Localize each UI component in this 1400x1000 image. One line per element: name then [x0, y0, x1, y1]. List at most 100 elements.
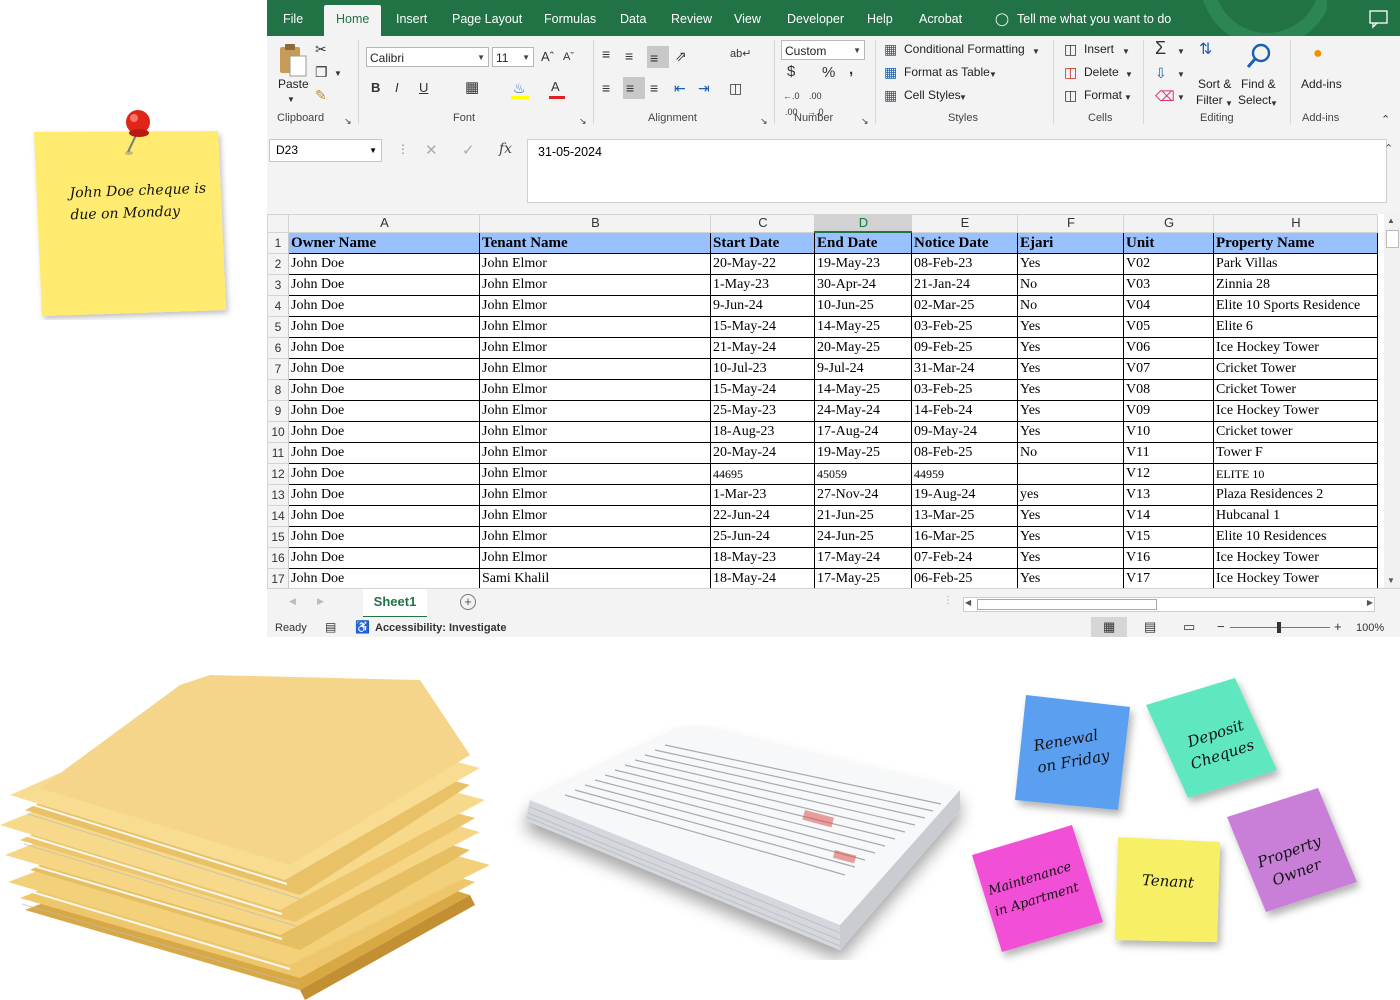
table-cell[interactable]: 18-May-23: [710, 547, 815, 569]
horizontal-scrollbar[interactable]: ◀ ▶: [963, 597, 1375, 612]
table-cell[interactable]: 19-May-25: [814, 442, 912, 464]
scroll-left-icon[interactable]: ◀: [965, 598, 971, 607]
format-as-table-icon[interactable]: ▦: [884, 64, 897, 80]
align-bottom-icon[interactable]: ≡: [650, 50, 658, 66]
tab-file[interactable]: File: [275, 0, 311, 36]
page-layout-view-icon[interactable]: ▤: [1144, 619, 1156, 635]
table-cell[interactable]: Yes: [1017, 526, 1124, 548]
table-cell[interactable]: Elite 10 Sports Residence: [1213, 295, 1378, 317]
accessibility-status[interactable]: Accessibility: Investigate: [375, 622, 506, 634]
filter-label[interactable]: Filter: [1196, 93, 1223, 107]
chevron-down-icon[interactable]: ▼: [853, 41, 861, 61]
table-cell[interactable]: John Elmor: [479, 379, 711, 401]
prev-sheet-icon[interactable]: ◀: [289, 596, 296, 607]
table-cell[interactable]: 9-Jun-24: [710, 295, 815, 317]
table-cell[interactable]: Yes: [1017, 253, 1124, 275]
table-cell[interactable]: Yes: [1017, 568, 1124, 588]
cut-icon[interactable]: ✂: [315, 41, 327, 57]
insert-cells-button[interactable]: Insert: [1084, 42, 1114, 56]
table-cell[interactable]: V06: [1123, 337, 1214, 359]
table-cell[interactable]: V04: [1123, 295, 1214, 317]
table-cell[interactable]: 18-Aug-23: [710, 421, 815, 443]
chevron-down-icon[interactable]: ▼: [989, 67, 997, 83]
table-cell[interactable]: John Elmor: [479, 253, 711, 275]
table-cell[interactable]: 15-May-24: [710, 379, 815, 401]
table-cell[interactable]: John Elmor: [479, 526, 711, 548]
table-cell[interactable]: Ice Hockey Tower: [1213, 400, 1378, 422]
table-cell[interactable]: Park Villas: [1213, 253, 1378, 275]
fill-color-icon[interactable]: ♨: [513, 80, 526, 96]
table-cell[interactable]: Hubcanal 1: [1213, 505, 1378, 527]
column-header-a[interactable]: A: [288, 214, 480, 233]
table-cell[interactable]: 17-Aug-24: [814, 421, 912, 443]
table-cell[interactable]: 44695: [710, 463, 815, 485]
table-cell[interactable]: Ice Hockey Tower: [1213, 547, 1378, 569]
tab-review[interactable]: Review: [663, 0, 720, 36]
row-number[interactable]: 7: [267, 358, 289, 380]
dialog-launcher-icon[interactable]: ↘: [579, 113, 587, 129]
table-cell[interactable]: 25-May-23: [710, 400, 815, 422]
merge-center-icon[interactable]: ◫: [729, 80, 742, 96]
table-cell[interactable]: 07-Feb-24: [911, 547, 1018, 569]
table-cell[interactable]: Yes: [1017, 421, 1124, 443]
chevron-down-icon[interactable]: ▼: [1125, 67, 1133, 83]
table-cell[interactable]: 08-Feb-23: [911, 253, 1018, 275]
macro-record-icon[interactable]: ▤: [325, 620, 336, 634]
table-cell[interactable]: V16: [1123, 547, 1214, 569]
table-cell[interactable]: yes: [1017, 484, 1124, 506]
format-painter-icon[interactable]: ✎: [315, 87, 327, 103]
scroll-up-icon[interactable]: ▲: [1387, 216, 1395, 225]
header-cell[interactable]: Tenant Name: [479, 231, 711, 254]
increase-indent-icon[interactable]: ⇥: [698, 80, 710, 96]
table-cell[interactable]: John Elmor: [479, 358, 711, 380]
tab-data[interactable]: Data: [612, 0, 654, 36]
table-cell[interactable]: 13-Mar-25: [911, 505, 1018, 527]
cell-styles-icon[interactable]: ▦: [884, 87, 897, 103]
header-cell[interactable]: Notice Date: [911, 231, 1018, 254]
spreadsheet-grid[interactable]: A B C D E F G H 1 Owner Name Tenant Name Start Date…: [267, 214, 1400, 588]
conditional-formatting-button[interactable]: Conditional Formatting: [904, 42, 1025, 56]
normal-view-icon[interactable]: ▦: [1103, 619, 1115, 635]
table-cell[interactable]: 06-Feb-25: [911, 568, 1018, 588]
next-sheet-icon[interactable]: ▶: [317, 596, 324, 607]
chevron-down-icon[interactable]: ▼: [1225, 96, 1233, 112]
insert-function-icon[interactable]: fx: [499, 141, 512, 157]
table-cell[interactable]: Plaza Residences 2: [1213, 484, 1378, 506]
row-number[interactable]: 9: [267, 400, 289, 422]
table-cell[interactable]: John Doe: [288, 358, 480, 380]
splitter-icon[interactable]: ⋮: [943, 595, 953, 606]
table-cell[interactable]: Yes: [1017, 337, 1124, 359]
table-cell[interactable]: [1017, 463, 1124, 485]
table-cell[interactable]: 1-May-23: [710, 274, 815, 296]
row-number[interactable]: 15: [267, 526, 289, 548]
align-right-icon[interactable]: ≡: [650, 80, 658, 96]
table-cell[interactable]: V02: [1123, 253, 1214, 275]
table-cell[interactable]: Yes: [1017, 400, 1124, 422]
table-cell[interactable]: John Doe: [288, 337, 480, 359]
zoom-level[interactable]: 100%: [1356, 622, 1384, 634]
table-cell[interactable]: 19-May-23: [814, 253, 912, 275]
table-cell[interactable]: 20-May-24: [710, 442, 815, 464]
chevron-down-icon[interactable]: ▼: [959, 90, 967, 106]
table-cell[interactable]: 02-Mar-25: [911, 295, 1018, 317]
table-cell[interactable]: Elite 6: [1213, 316, 1378, 338]
comma-icon[interactable]: ,: [849, 62, 853, 78]
row-number[interactable]: 4: [267, 295, 289, 317]
chevron-down-icon[interactable]: ▼: [1122, 44, 1130, 60]
font-size-combo[interactable]: 11 ▼: [492, 47, 534, 67]
table-cell[interactable]: John Doe: [288, 442, 480, 464]
table-cell[interactable]: 08-Feb-25: [911, 442, 1018, 464]
table-cell[interactable]: Sami Khalil: [479, 568, 711, 588]
row-number[interactable]: 12: [267, 463, 289, 485]
scroll-right-icon[interactable]: ▶: [1367, 598, 1373, 607]
table-cell[interactable]: V09: [1123, 400, 1214, 422]
header-cell[interactable]: Unit: [1123, 231, 1214, 254]
table-cell[interactable]: 9-Jul-24: [814, 358, 912, 380]
cell-styles-button[interactable]: Cell Styles: [904, 88, 961, 102]
align-middle-icon[interactable]: ≡: [625, 48, 633, 64]
zoom-in-icon[interactable]: +: [1334, 619, 1342, 634]
autosum-icon[interactable]: Σ: [1155, 39, 1166, 57]
row-number[interactable]: 11: [267, 442, 289, 464]
add-ins-icon[interactable]: ●: [1313, 46, 1323, 62]
table-cell[interactable]: V10: [1123, 421, 1214, 443]
